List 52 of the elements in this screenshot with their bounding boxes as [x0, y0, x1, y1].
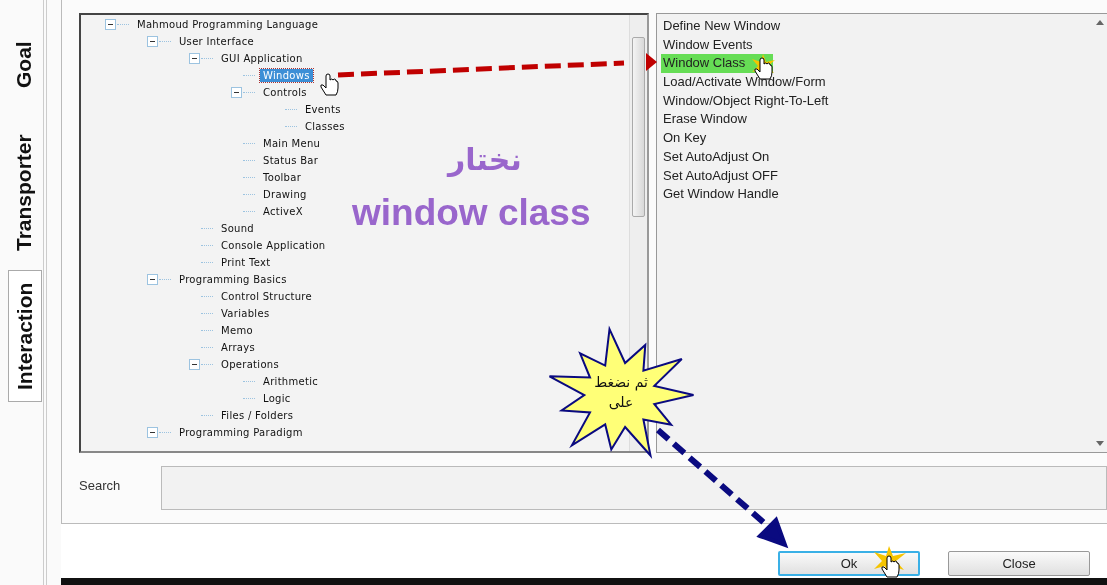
tree-item[interactable]: Sound [218, 222, 257, 235]
tree-item[interactable]: Files / Folders [218, 409, 297, 422]
list-item[interactable]: Erase Window [661, 110, 749, 130]
collapse-icon[interactable] [147, 427, 158, 438]
side-tab[interactable]: Interaction [8, 270, 42, 402]
tree-item[interactable]: ActiveX [260, 205, 306, 218]
collapse-icon[interactable] [147, 36, 158, 47]
tree-item[interactable]: Main Menu [260, 137, 324, 150]
tree-item[interactable]: Toolbar [260, 171, 305, 184]
tree-item[interactable]: Drawing [260, 188, 310, 201]
collapse-icon[interactable] [147, 274, 158, 285]
list-item[interactable]: Set AutoAdjust OFF [661, 166, 780, 186]
tree-item[interactable]: Variables [218, 307, 273, 320]
tree-item[interactable]: Programming Basics [176, 273, 290, 286]
search-field[interactable] [161, 466, 1107, 510]
list-item[interactable]: Window/Object Right-To-Left [661, 91, 831, 111]
scroll-up-icon[interactable] [1096, 20, 1104, 25]
collapse-icon[interactable] [231, 87, 242, 98]
tree-item[interactable]: Control Structure [218, 290, 315, 303]
list-item[interactable]: Window Events [661, 35, 755, 55]
search-label: Search [79, 478, 122, 493]
collapse-icon[interactable] [189, 53, 200, 64]
scroll-down-icon[interactable] [1096, 441, 1104, 446]
tree-item[interactable]: Arrays [218, 341, 258, 354]
collapse-icon[interactable] [105, 19, 116, 30]
annotation-text: window class [352, 192, 591, 234]
hand-cursor-icon [320, 73, 339, 96]
tree-item[interactable]: Classes [302, 120, 348, 133]
tree-item[interactable]: Arithmetic [260, 375, 322, 388]
tree-item[interactable]: Memo [218, 324, 256, 337]
list-item[interactable]: Load/Activate Window/Form [661, 73, 828, 92]
tree-item[interactable]: Status Bar [260, 154, 322, 167]
tree-item[interactable]: Logic [260, 392, 294, 405]
list-item[interactable]: Define New Window [661, 17, 783, 36]
tree-item[interactable]: Print Text [218, 256, 274, 269]
tree-item[interactable]: Operations [218, 358, 282, 371]
tree-item[interactable]: User Interface [176, 35, 257, 48]
callout-text: ثم نضغط على [593, 373, 649, 412]
tree-item[interactable]: Mahmoud Programming Language [134, 18, 322, 31]
tree-item[interactable]: Controls [260, 86, 310, 99]
list-item[interactable]: Get Window Handle [661, 185, 781, 204]
collapse-icon[interactable] [189, 359, 200, 370]
tree-item[interactable]: GUI Application [218, 52, 306, 65]
tree-item[interactable]: Programming Paradigm [176, 426, 306, 439]
annotation-text: نختار [448, 142, 522, 177]
side-tab[interactable]: Transporter [8, 128, 40, 258]
tree-item[interactable]: Events [302, 103, 344, 116]
list-item[interactable]: Set AutoAdjust On [661, 147, 772, 167]
list-item[interactable]: On Key [661, 129, 709, 148]
tree-item[interactable]: Console Application [218, 239, 329, 252]
dialog-button[interactable]: Close [948, 551, 1090, 576]
side-tab[interactable]: Goal [8, 30, 40, 100]
